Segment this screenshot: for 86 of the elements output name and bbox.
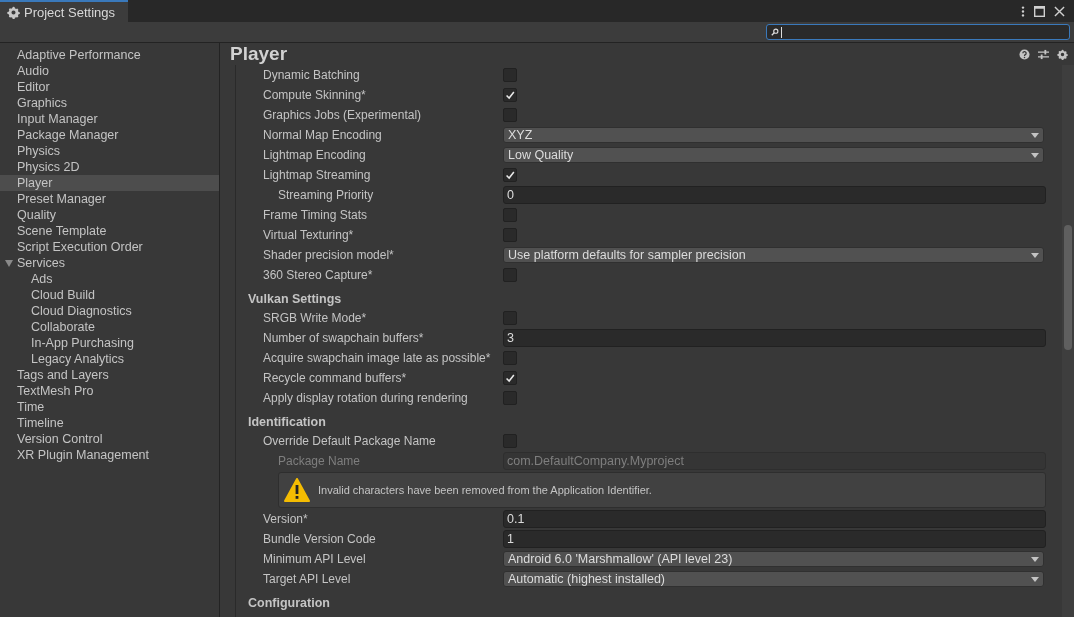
- sidebar-item[interactable]: TextMesh Pro: [0, 383, 219, 399]
- sidebar-item[interactable]: Player: [0, 175, 219, 191]
- sidebar-item[interactable]: Legacy Analytics: [0, 351, 219, 367]
- sidebar-item[interactable]: Script Execution Order: [0, 239, 219, 255]
- property-label: Apply display rotation during rendering: [263, 391, 469, 405]
- search-icon: [771, 28, 779, 36]
- property-label: Bundle Version Code: [263, 532, 377, 546]
- sidebar-item[interactable]: Collaborate: [0, 319, 219, 335]
- input-field: com.DefaultCompany.Myproject: [503, 452, 1046, 470]
- sidebar-item[interactable]: Physics 2D: [0, 159, 219, 175]
- property-label: Frame Timing Stats: [263, 208, 369, 222]
- input-field[interactable]: 3: [503, 329, 1046, 347]
- dropdown[interactable]: Use platform defaults for sampler precision: [503, 247, 1044, 263]
- sidebar-item[interactable]: Audio: [0, 63, 219, 79]
- input-field[interactable]: 0: [503, 186, 1046, 204]
- property-label: Number of swapchain buffers*: [263, 331, 425, 345]
- sidebar-item[interactable]: Scene Template: [0, 223, 219, 239]
- caret-icon: [1031, 556, 1039, 562]
- caret-icon: [1031, 252, 1039, 258]
- sidebar-item[interactable]: Tags and Layers: [0, 367, 219, 383]
- close-icon[interactable]: [1054, 5, 1065, 17]
- help-icon[interactable]: [1019, 48, 1030, 60]
- dropdown[interactable]: Low Quality: [503, 147, 1044, 163]
- sliders-icon[interactable]: [1038, 48, 1049, 60]
- caret-icon: [1031, 576, 1039, 582]
- dropdown[interactable]: Android 6.0 'Marshmallow' (API level 23): [503, 551, 1044, 567]
- sidebar-item[interactable]: Cloud Diagnostics: [0, 303, 219, 319]
- checkbox[interactable]: [503, 168, 517, 182]
- property-label: Override Default Package Name: [263, 434, 437, 448]
- search-field[interactable]: [766, 24, 1070, 40]
- scrollbar[interactable]: [1062, 65, 1074, 617]
- sidebar-item[interactable]: Ads: [0, 271, 219, 287]
- property-label: Dynamic Batching: [263, 68, 361, 82]
- property-label: Compute Skinning*: [263, 88, 367, 102]
- property-label: Shader precision model*: [263, 248, 395, 262]
- property-label: Virtual Texturing*: [263, 228, 355, 242]
- sidebar-item[interactable]: Adaptive Performance: [0, 47, 219, 63]
- warning-icon: [284, 478, 310, 502]
- sidebar-item[interactable]: Preset Manager: [0, 191, 219, 207]
- sidebar-item[interactable]: Quality: [0, 207, 219, 223]
- settings-icon[interactable]: [1057, 48, 1068, 60]
- property-label: Version*: [263, 512, 309, 526]
- section-header: Vulkan Settings: [248, 292, 342, 306]
- sidebar-item[interactable]: Time: [0, 399, 219, 415]
- more-options-icon[interactable]: [1021, 5, 1025, 17]
- property-label: Graphics Jobs (Experimental): [263, 108, 423, 122]
- property-label: Recycle command buffers*: [263, 371, 408, 385]
- property-label: Package Name: [278, 454, 362, 468]
- property-label: Acquire swapchain image late as possible*: [263, 351, 492, 365]
- warning-message: Invalid characters have been removed from the Application Identifier.: [318, 484, 652, 496]
- sidebar-item[interactable]: XR Plugin Management: [0, 447, 219, 463]
- sidebar-item[interactable]: Version Control: [0, 431, 219, 447]
- settings-icon: [7, 5, 20, 19]
- property-label: 360 Stereo Capture*: [263, 268, 374, 282]
- checkbox[interactable]: [503, 88, 517, 102]
- sidebar-item[interactable]: Editor: [0, 79, 219, 95]
- property-label: Target API Level: [263, 572, 352, 586]
- input-field[interactable]: 1: [503, 530, 1046, 548]
- expanded-arrow-icon[interactable]: [5, 260, 13, 267]
- property-label: Streaming Priority: [278, 188, 375, 202]
- sidebar-item[interactable]: Cloud Build: [0, 287, 219, 303]
- maximize-icon[interactable]: [1034, 5, 1045, 17]
- dropdown[interactable]: Automatic (highest installed): [503, 571, 1044, 587]
- input-field[interactable]: 0.1: [503, 510, 1046, 528]
- dropdown[interactable]: XYZ: [503, 127, 1044, 143]
- sidebar-item[interactable]: Timeline: [0, 415, 219, 431]
- window-tab[interactable]: Project Settings: [0, 0, 128, 22]
- property-label: Normal Map Encoding: [263, 128, 383, 142]
- property-label: Lightmap Encoding: [263, 148, 367, 162]
- sidebar-item[interactable]: Physics: [0, 143, 219, 159]
- sidebar-item[interactable]: Input Manager: [0, 111, 219, 127]
- caret-icon: [1031, 132, 1039, 138]
- text-cursor: [781, 26, 782, 38]
- sidebar-item[interactable]: In-App Purchasing: [0, 335, 219, 351]
- sidebar-item[interactable]: Graphics: [0, 95, 219, 111]
- section-header: Configuration: [248, 596, 330, 610]
- property-label: Minimum API Level: [263, 552, 367, 566]
- section-header: Identification: [248, 415, 326, 429]
- checkbox[interactable]: [503, 371, 517, 385]
- sidebar-item[interactable]: Package Manager: [0, 127, 219, 143]
- page-title: Player: [230, 43, 288, 65]
- sidebar-item[interactable]: Services: [0, 255, 219, 271]
- tab-title: Project Settings: [24, 4, 116, 20]
- property-label: Lightmap Streaming: [263, 168, 372, 182]
- property-label: SRGB Write Mode*: [263, 311, 368, 325]
- caret-icon: [1031, 152, 1039, 158]
